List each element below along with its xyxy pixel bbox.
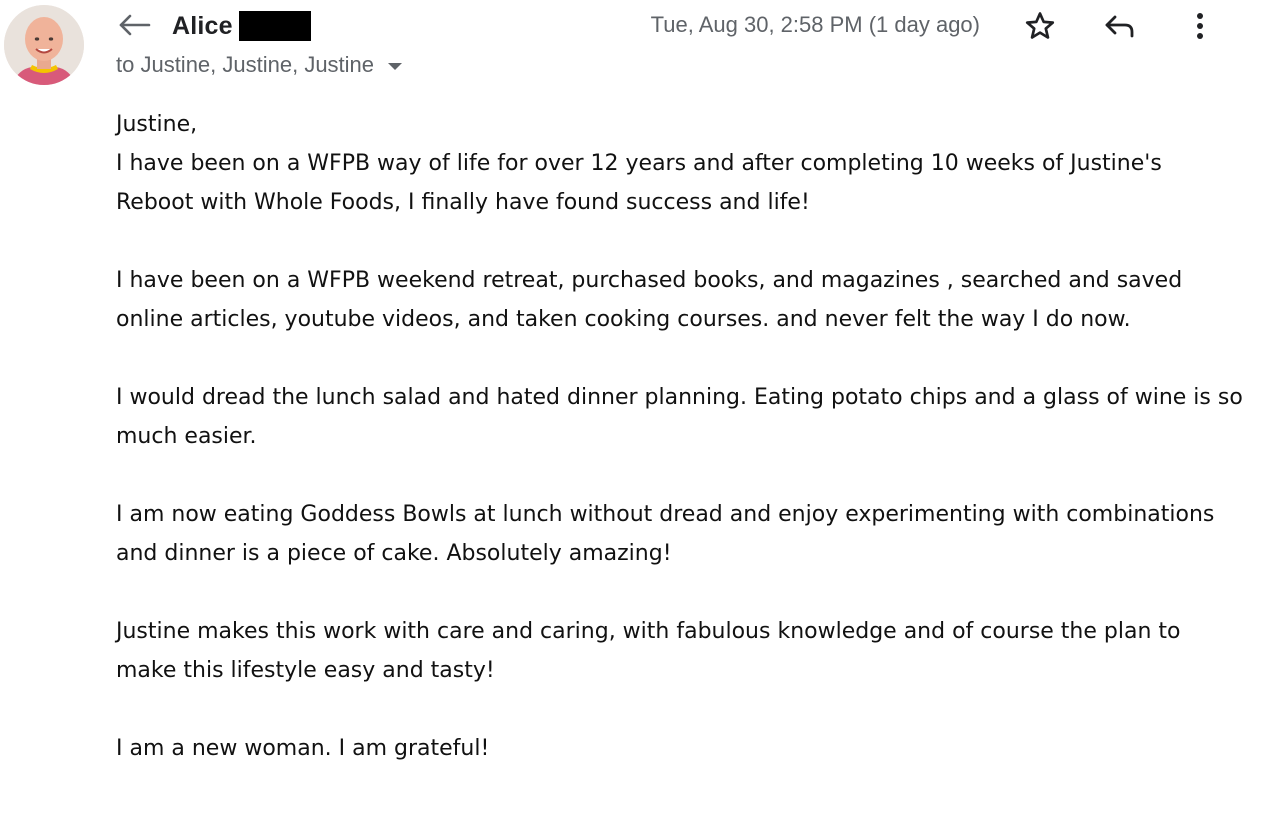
more-options-button[interactable] <box>1180 6 1220 46</box>
message-timestamp: Tue, Aug 30, 2:58 PM (1 day ago) <box>650 12 980 37</box>
sender-name[interactable]: Alice <box>172 12 233 41</box>
message-paragraph: I would dread the lunch salad and hated … <box>116 385 1243 449</box>
more-vertical-icon <box>1197 13 1203 39</box>
sender-avatar[interactable] <box>4 5 84 85</box>
message-paragraph: I am a new woman. I am grateful! <box>116 736 490 761</box>
message-paragraph: I have been on a WFPB weekend retreat, p… <box>116 268 1183 332</box>
message-paragraph: I have been on a WFPB way of life for ov… <box>116 151 1162 215</box>
chevron-down-icon <box>388 63 403 70</box>
reply-icon <box>1105 15 1134 38</box>
star-button[interactable] <box>1020 6 1060 46</box>
recipients-text: to Justine, Justine, Justine <box>116 52 375 77</box>
recipients-toggle[interactable]: to Justine, Justine, Justine <box>116 52 403 78</box>
star-outline-icon <box>1025 12 1055 39</box>
reply-arrow-icon <box>118 12 152 40</box>
redaction-bar <box>238 11 311 41</box>
avatar-photo <box>4 5 84 85</box>
message-paragraph: Justine makes this work with care and ca… <box>116 619 1181 683</box>
greeting: Justine, <box>116 112 198 137</box>
message-paragraph: I am now eating Goddess Bowls at lunch w… <box>116 502 1215 566</box>
reply-button[interactable] <box>1100 6 1140 46</box>
sender: Alice <box>172 8 311 44</box>
message-body: Justine, I have been on a WFPB way of li… <box>116 105 1246 807</box>
